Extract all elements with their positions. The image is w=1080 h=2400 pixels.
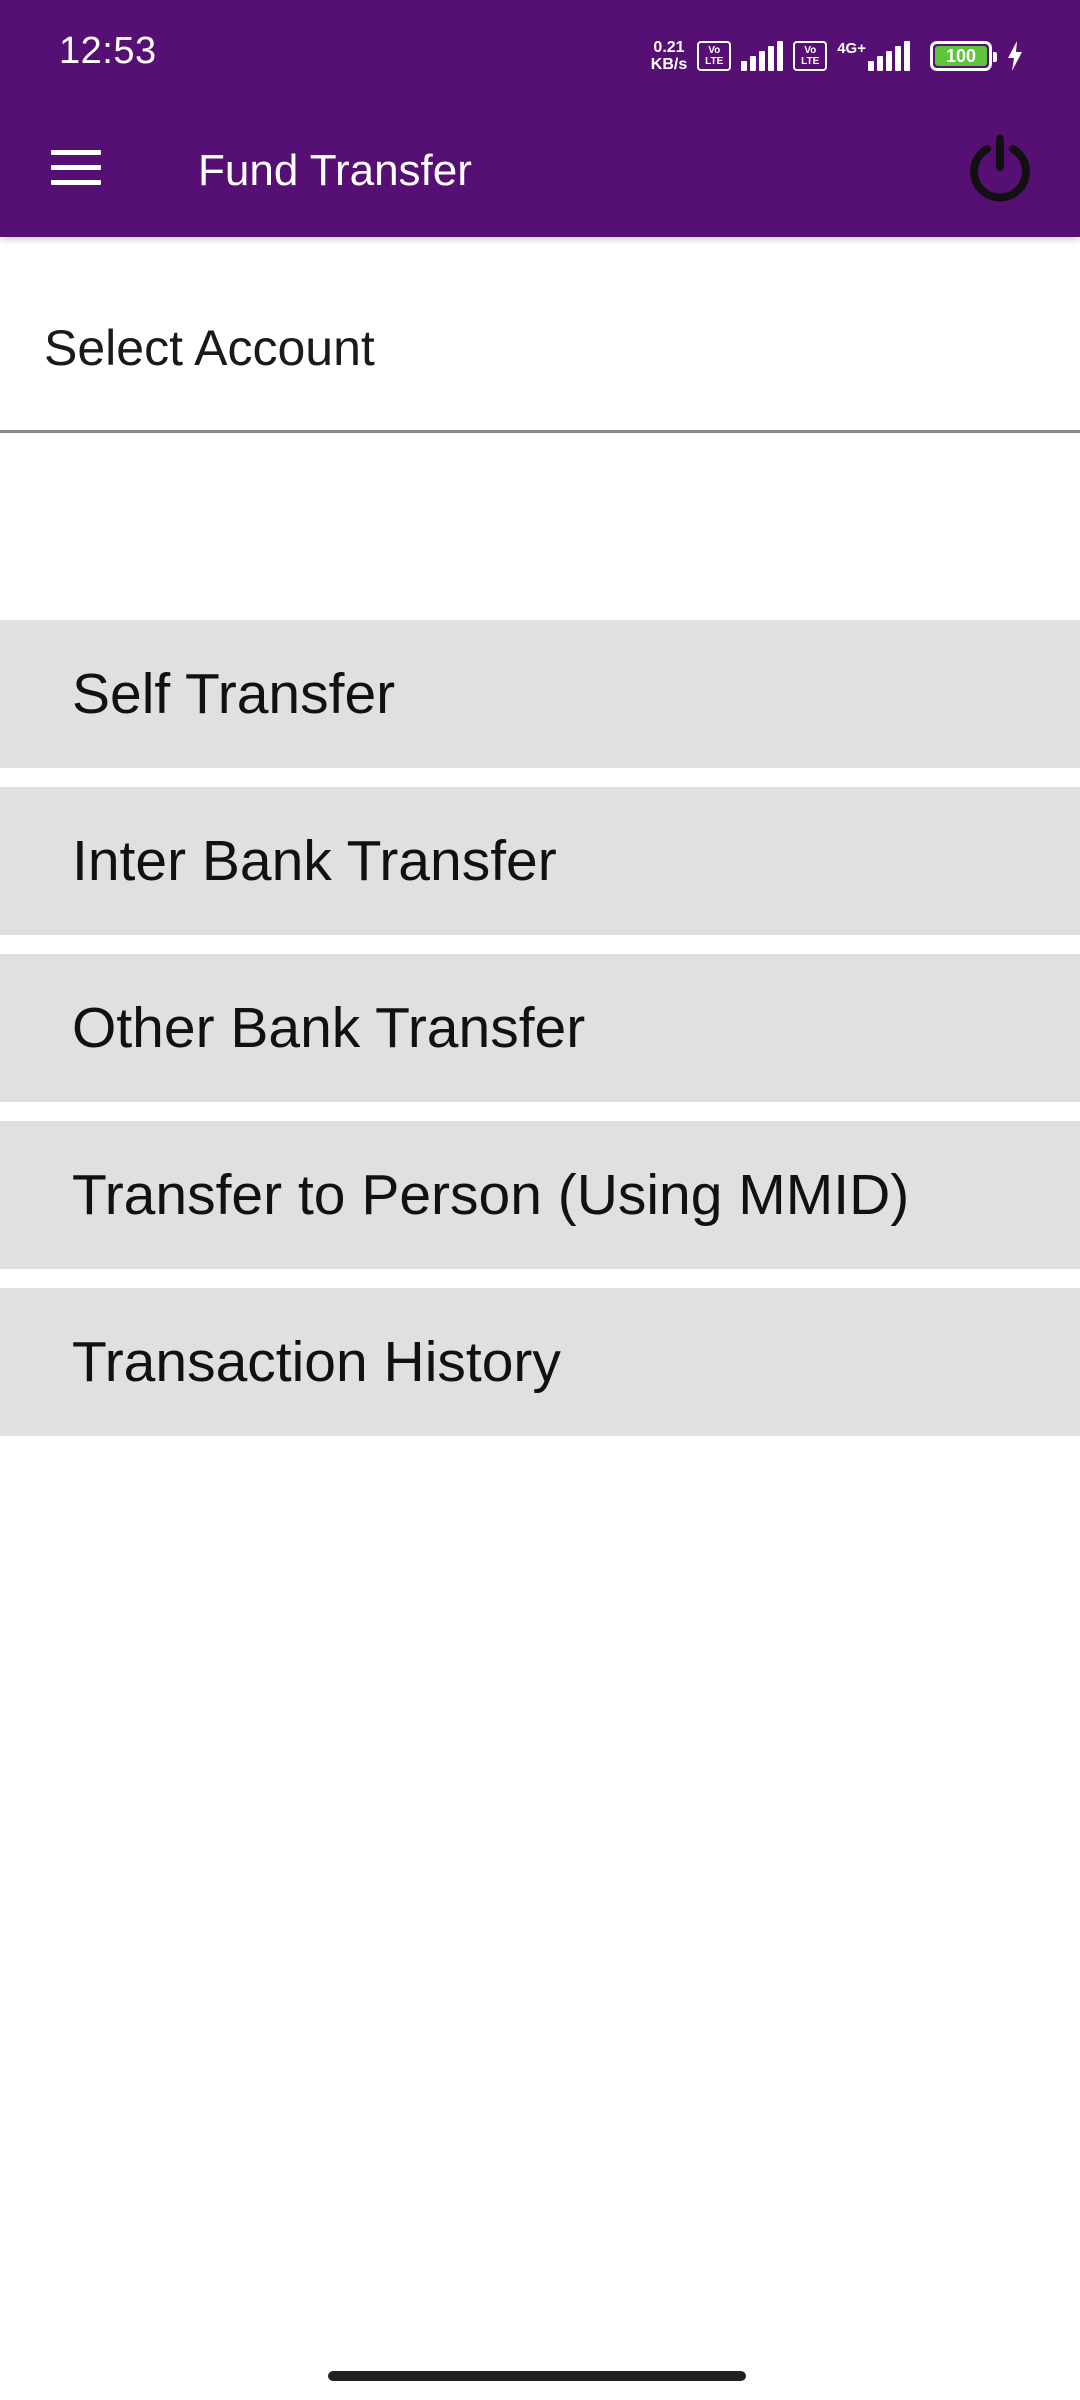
select-account-label: Select Account [44,320,375,376]
option-label: Transaction History [72,1330,561,1394]
network-type-indicator: 4G+ [837,41,910,71]
option-transaction-history[interactable]: Transaction History [0,1288,1080,1436]
option-transfer-to-person-mmid[interactable]: Transfer to Person (Using MMID) [0,1121,1080,1269]
status-bar: 12:53 0.21 KB/s Vo LTE Vo LTE 4G+ 100 [0,0,1080,110]
option-label: Self Transfer [72,662,396,726]
transfer-options-list: Self Transfer Inter Bank Transfer Other … [0,620,1080,1455]
volte-top-text-sim2: Vo [804,45,817,56]
battery-icon: 100 [930,41,997,71]
battery-level: 100 [945,45,977,66]
hamburger-menu-icon[interactable] [40,132,112,204]
network-speed-unit: KB/s [650,56,688,73]
option-self-transfer[interactable]: Self Transfer [0,620,1080,768]
volte-bottom-text: LTE [705,56,724,67]
fund-transfer-screen: 12:53 0.21 KB/s Vo LTE Vo LTE 4G+ 100 Fu… [0,0,1080,2400]
option-label: Other Bank Transfer [72,996,586,1060]
page-title: Fund Transfer [198,146,472,195]
network-type-label: 4G+ [837,40,866,57]
home-indicator[interactable] [328,2371,746,2381]
network-speed-value: 0.21 [653,39,685,56]
app-header: 12:53 0.21 KB/s Vo LTE Vo LTE 4G+ 100 Fu… [0,0,1080,237]
select-account-dropdown[interactable]: Select Account [0,237,1080,433]
power-icon[interactable] [960,128,1040,208]
volte-bottom-text-sim2: LTE [801,56,820,67]
volte-icon: Vo LTE [697,41,732,71]
option-inter-bank-transfer[interactable]: Inter Bank Transfer [0,787,1080,935]
status-icons: 0.21 KB/s Vo LTE Vo LTE 4G+ 100 [651,34,1024,78]
volte-icon-sim2: Vo LTE [793,41,828,71]
network-speed: 0.21 KB/s [651,39,687,73]
signal-strength-icon [741,41,784,71]
option-label: Transfer to Person (Using MMID) [72,1163,910,1227]
option-other-bank-transfer[interactable]: Other Bank Transfer [0,954,1080,1102]
signal-strength-icon-sim2 [868,41,910,71]
status-time: 12:53 [59,30,157,72]
toolbar: Fund Transfer [0,110,1080,237]
option-label: Inter Bank Transfer [72,829,557,893]
volte-top-text: Vo [708,45,721,56]
charging-bolt-icon [1008,41,1022,71]
